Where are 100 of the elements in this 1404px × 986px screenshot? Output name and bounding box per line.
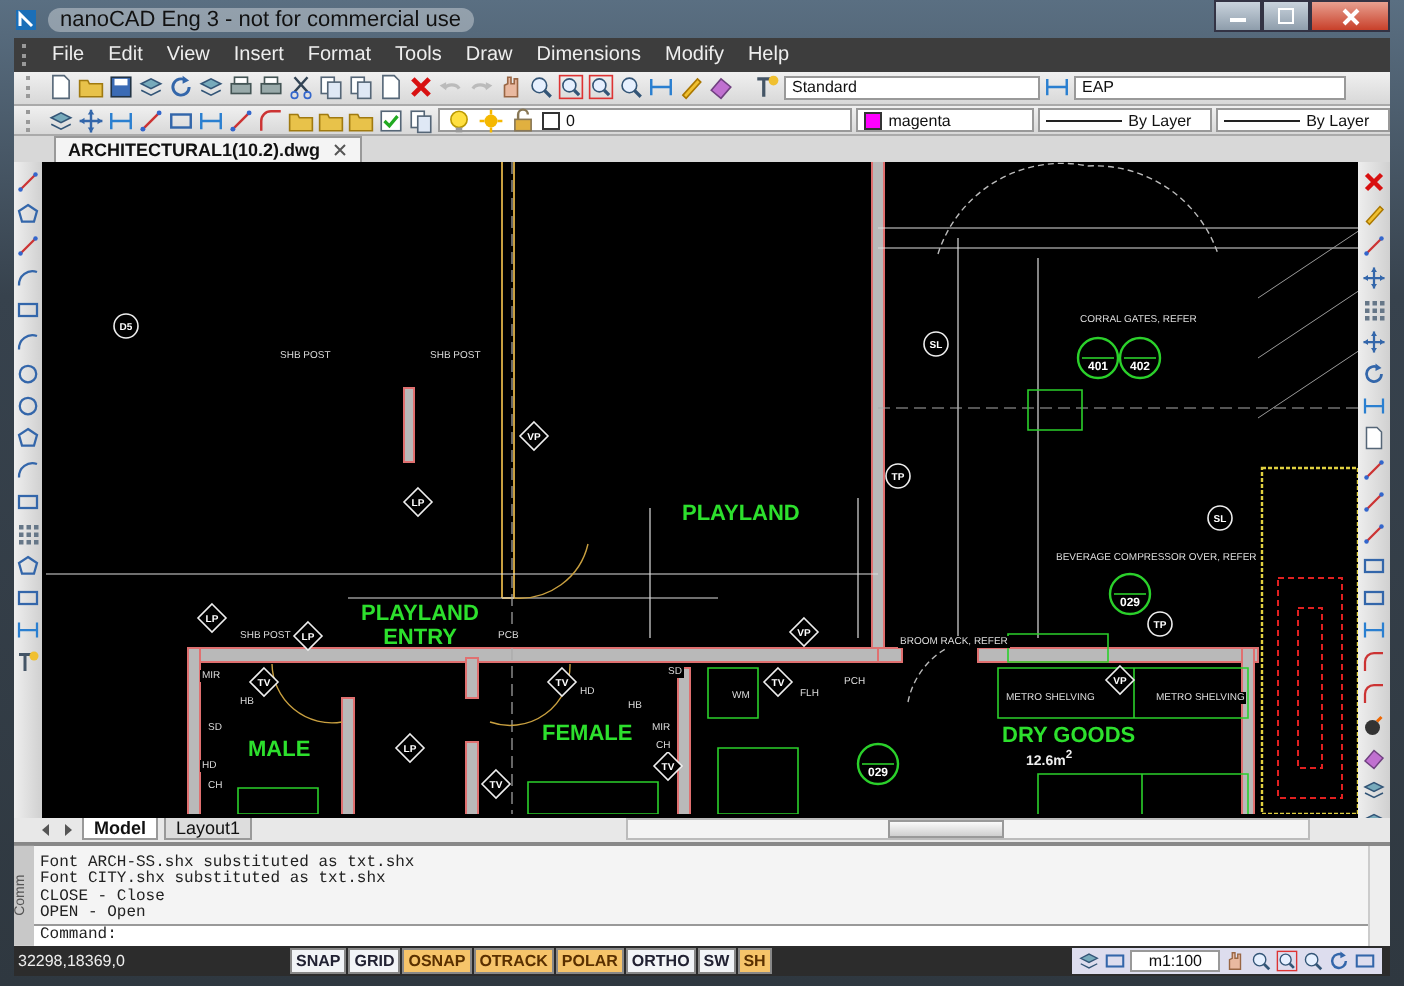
line-icon[interactable] xyxy=(1362,522,1386,547)
save-icon[interactable] xyxy=(108,74,134,101)
vertical-scrollbar[interactable] xyxy=(1368,845,1390,946)
polygon-icon[interactable] xyxy=(16,202,40,227)
status-toggle[interactable]: SNAP xyxy=(290,947,347,974)
pan-icon[interactable] xyxy=(1224,949,1246,972)
line-icon[interactable] xyxy=(227,107,254,133)
scroll-right-icon[interactable] xyxy=(60,821,76,838)
rectangle-icon[interactable] xyxy=(16,298,40,323)
menu-item[interactable]: Help xyxy=(735,43,802,66)
status-toggle[interactable]: OTRACK xyxy=(473,947,554,974)
sun-icon[interactable] xyxy=(477,107,504,133)
maximize-button[interactable] xyxy=(1262,0,1310,32)
close-icon[interactable] xyxy=(332,142,349,159)
layout-tab[interactable]: Model xyxy=(82,818,158,841)
line-icon[interactable] xyxy=(1362,234,1386,259)
zoom-icon[interactable] xyxy=(1250,949,1272,972)
layer-dropdown[interactable]: 0 xyxy=(437,108,853,132)
dimension-icon[interactable] xyxy=(1044,74,1070,101)
copy-icon[interactable] xyxy=(348,74,374,101)
close-button[interactable] xyxy=(1310,0,1390,32)
delete-icon[interactable] xyxy=(408,74,434,101)
rotate-icon[interactable] xyxy=(1362,362,1386,387)
move-icon[interactable] xyxy=(1362,266,1386,291)
status-toggle[interactable]: OSNAP xyxy=(402,947,472,974)
zoom-icon[interactable] xyxy=(1302,949,1324,972)
move-icon[interactable] xyxy=(77,107,104,133)
rectangle-icon[interactable] xyxy=(1362,586,1386,611)
zoom-window-icon[interactable] xyxy=(558,74,584,101)
scale-field[interactable]: m1:100 xyxy=(1130,949,1220,972)
rectangle-icon[interactable] xyxy=(16,586,40,611)
fillet-icon[interactable] xyxy=(1362,682,1386,707)
layers-icon[interactable] xyxy=(47,107,74,133)
pencil-icon[interactable] xyxy=(678,74,704,101)
menu-item[interactable]: Edit xyxy=(96,43,155,66)
line-icon[interactable] xyxy=(16,234,40,259)
dimension-style-field[interactable]: EAP xyxy=(1074,75,1346,100)
menu-item[interactable]: View xyxy=(154,43,222,66)
status-toggle[interactable]: SW xyxy=(697,947,736,974)
status-toggle[interactable]: POLAR xyxy=(555,947,624,974)
cut-icon[interactable] xyxy=(288,74,314,101)
lock-icon[interactable] xyxy=(509,107,536,133)
linetype-dropdown[interactable]: By Layer xyxy=(1038,108,1213,132)
copy-icon[interactable] xyxy=(407,107,434,133)
dimension-icon[interactable] xyxy=(197,107,224,133)
dimension-icon[interactable] xyxy=(1362,394,1386,419)
scroll-left-icon[interactable] xyxy=(38,821,54,838)
zoom-window-icon[interactable] xyxy=(1276,949,1298,972)
dimension-icon[interactable] xyxy=(1362,618,1386,643)
polygon-icon[interactable] xyxy=(16,554,40,579)
status-toggle[interactable]: GRID xyxy=(348,947,401,974)
light-bulb-icon[interactable] xyxy=(445,107,472,133)
pencil-icon[interactable] xyxy=(1362,202,1386,227)
line-icon[interactable] xyxy=(1362,458,1386,483)
menu-item[interactable]: Format xyxy=(295,43,384,66)
color-dropdown[interactable]: magenta xyxy=(856,108,1035,132)
menu-item[interactable]: Draw xyxy=(453,43,525,66)
lineweight-dropdown[interactable]: By Layer xyxy=(1216,108,1390,132)
minimize-button[interactable] xyxy=(1214,0,1262,32)
text-style-field[interactable]: Standard xyxy=(784,75,1040,100)
grid-icon[interactable] xyxy=(1362,298,1386,323)
circle-icon[interactable] xyxy=(16,362,40,387)
dimension-icon[interactable] xyxy=(648,74,674,101)
line-icon[interactable] xyxy=(137,107,164,133)
pan-icon[interactable] xyxy=(498,74,524,101)
layout-tab[interactable]: Layout1 xyxy=(164,818,253,841)
arc-icon[interactable] xyxy=(16,266,40,291)
menu-item[interactable]: Dimensions xyxy=(524,43,653,66)
menu-item[interactable]: Tools xyxy=(383,43,454,66)
new-file-icon[interactable] xyxy=(48,74,74,101)
zoom-window-icon[interactable] xyxy=(588,74,614,101)
zoom-icon[interactable] xyxy=(618,74,644,101)
text-style-icon[interactable] xyxy=(754,74,780,101)
menu-item[interactable]: File xyxy=(40,43,97,66)
line-icon[interactable] xyxy=(16,170,40,195)
move-icon[interactable] xyxy=(1362,330,1386,355)
new-file-icon[interactable] xyxy=(1362,426,1386,451)
polygon-icon[interactable] xyxy=(16,426,40,451)
layers-icon[interactable] xyxy=(1078,949,1101,972)
layers-icon[interactable] xyxy=(1362,778,1386,803)
checkbox-icon[interactable] xyxy=(377,107,404,133)
menu-item[interactable]: Modify xyxy=(653,43,736,66)
menu-item[interactable]: Insert xyxy=(221,43,296,66)
rectangle-icon[interactable] xyxy=(167,107,194,133)
arc-icon[interactable] xyxy=(16,458,40,483)
copy-icon[interactable] xyxy=(318,74,344,101)
circle-icon[interactable] xyxy=(16,394,40,419)
layers-icon[interactable] xyxy=(138,74,164,101)
command-input[interactable]: Command: xyxy=(34,923,1368,946)
dimension-icon[interactable] xyxy=(16,618,40,643)
layers-icon[interactable] xyxy=(198,74,224,101)
rectangle-icon[interactable] xyxy=(1354,949,1376,972)
new-file-icon[interactable] xyxy=(378,74,404,101)
rotate-icon[interactable] xyxy=(1328,949,1350,972)
horizontal-scrollbar[interactable] xyxy=(626,818,1310,841)
rectangle-icon[interactable] xyxy=(16,490,40,515)
rotate-icon[interactable] xyxy=(168,74,194,101)
text-style-icon[interactable] xyxy=(16,650,40,675)
line-icon[interactable] xyxy=(1362,490,1386,515)
rectangle-icon[interactable] xyxy=(1362,554,1386,579)
